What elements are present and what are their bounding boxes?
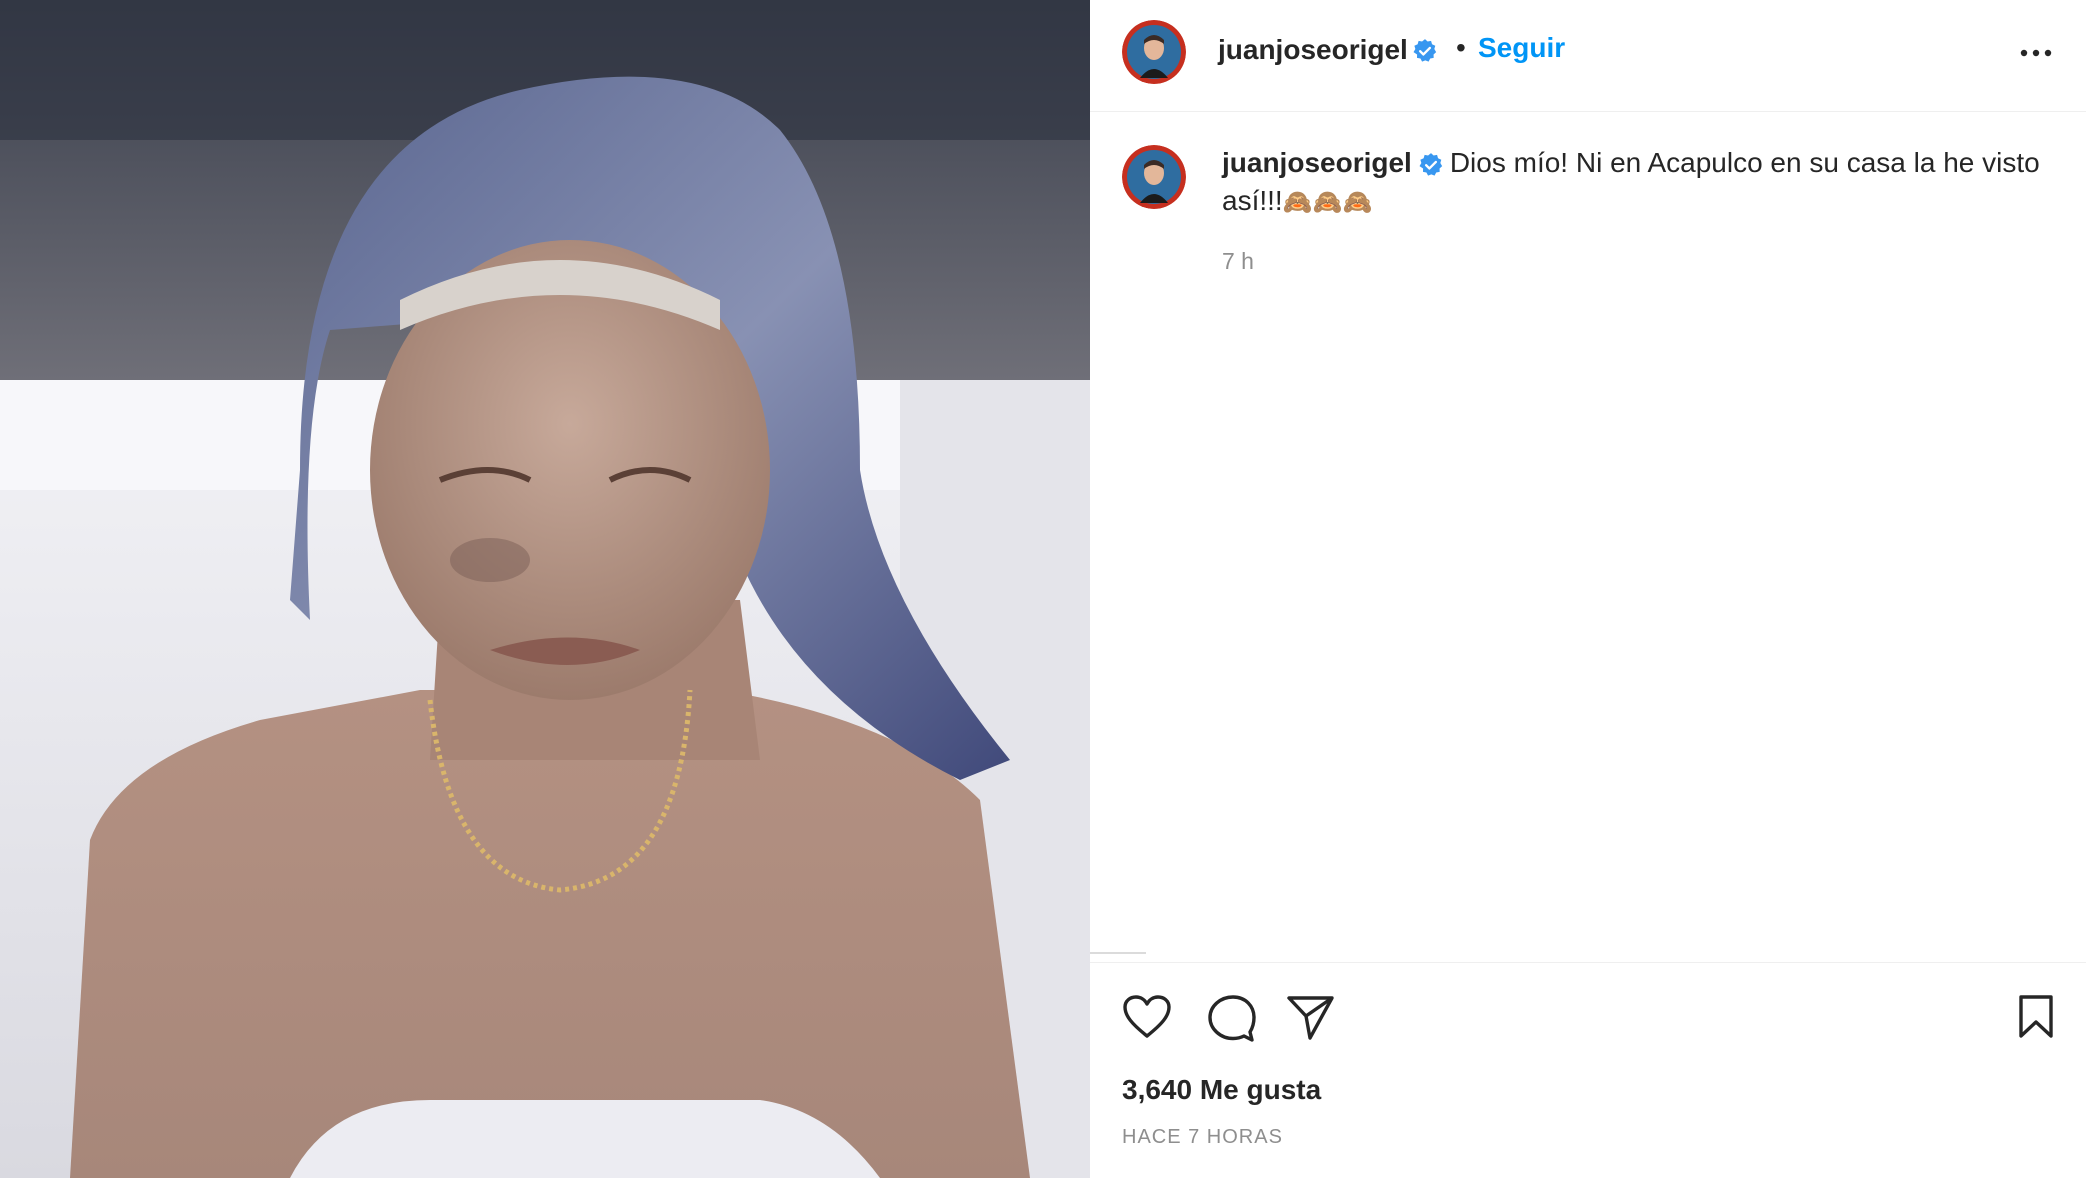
avatar-image [1122, 20, 1186, 84]
likes-count[interactable]: 3,640 Me gusta [1122, 1074, 1321, 1106]
caption: juanjoseorigel Dios mío! Ni en Acapulco … [1222, 145, 2042, 221]
verified-badge-icon [1418, 147, 1444, 183]
bookmark-icon [2019, 995, 2053, 1038]
comment-icon [1208, 995, 1256, 1042]
post-header: juanjoseorigel • Seguir [1090, 0, 2086, 112]
divider [1090, 962, 2086, 963]
verified-badge-icon [1412, 38, 1438, 69]
heart-icon [1123, 995, 1171, 1038]
header-separator: • [1456, 32, 1466, 63]
caption-avatar[interactable] [1122, 145, 1186, 209]
save-button[interactable] [2016, 994, 2056, 1045]
caption-emojis: 🙈🙈🙈 [1282, 188, 1373, 216]
header-username[interactable]: juanjoseorigel [1218, 34, 1408, 66]
like-button[interactable] [1122, 994, 1172, 1045]
caption-avatar-image [1122, 145, 1186, 209]
post-sidebar: juanjoseorigel • Seguir juanjoseorigel D… [1090, 0, 2086, 1178]
post-image[interactable] [0, 0, 1090, 1178]
caption-username[interactable]: juanjoseorigel [1222, 147, 1412, 178]
post-photo [0, 0, 1090, 1178]
share-button[interactable] [1286, 994, 1336, 1045]
caption-time[interactable]: 7 h [1222, 248, 1254, 275]
more-options-icon[interactable] [2016, 38, 2056, 68]
divider [1090, 952, 1146, 954]
comment-button[interactable] [1206, 994, 1256, 1047]
follow-button[interactable]: Seguir [1478, 32, 1565, 64]
send-icon [1287, 996, 1334, 1040]
posted-time[interactable]: HACE 7 HORAS [1122, 1126, 1283, 1149]
avatar[interactable] [1122, 20, 1186, 84]
